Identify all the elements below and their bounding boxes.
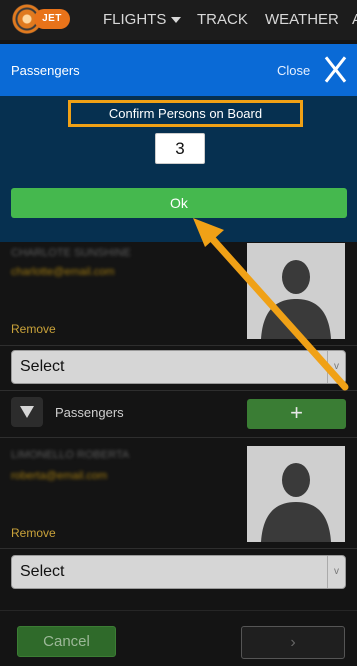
next-button[interactable]: › <box>241 626 345 659</box>
divider <box>0 390 357 391</box>
select-value: Select <box>20 563 65 580</box>
nav-flights-label: FLIGHTS <box>103 11 167 28</box>
jet-logo[interactable]: JET <box>12 4 78 34</box>
collapse-toggle-button[interactable] <box>11 397 43 427</box>
select-value: Select <box>20 358 65 375</box>
add-passenger-button[interactable]: + <box>247 399 346 429</box>
divider <box>0 548 357 549</box>
person-silhouette-icon <box>261 463 331 542</box>
nav-flights[interactable]: FLIGHTS <box>103 11 182 28</box>
avatar-placeholder <box>247 446 345 542</box>
close-x-icon[interactable] <box>322 54 348 84</box>
modal-title: Passengers <box>11 63 80 78</box>
passenger-email: roberta@email.com <box>11 470 108 482</box>
top-nav-bar: JET FLIGHTS TRACK WEATHER A <box>0 0 357 40</box>
role-select[interactable]: Select v <box>11 350 346 384</box>
passengers-section-label: Passengers <box>55 405 124 420</box>
passenger-name: LIMONELLO ROBERTA <box>11 449 130 461</box>
nav-track[interactable]: TRACK <box>197 11 248 28</box>
person-silhouette-icon <box>261 260 331 339</box>
dropdown-arrow-icon: v <box>327 556 345 588</box>
ok-button[interactable]: Ok <box>11 188 347 218</box>
nav-weather[interactable]: WEATHER <box>265 11 339 28</box>
dropdown-arrow-icon: v <box>327 351 345 383</box>
logo-text: JET <box>34 9 70 29</box>
divider <box>0 345 357 346</box>
avatar-placeholder <box>247 243 345 339</box>
passenger-name: CHARLOTE SUNSHINE <box>11 247 131 259</box>
remove-link[interactable]: Remove <box>11 526 56 540</box>
nav-more[interactable]: A <box>352 11 357 28</box>
cancel-button[interactable]: Cancel <box>17 626 116 657</box>
passenger-email: charlotte@email.com <box>11 266 115 278</box>
confirm-persons-label: Confirm Persons on Board <box>68 100 303 127</box>
role-select[interactable]: Select v <box>11 555 346 589</box>
remove-link[interactable]: Remove <box>11 322 56 336</box>
divider <box>0 437 357 438</box>
persons-count-input[interactable]: 3 <box>155 133 205 164</box>
caret-down-icon <box>171 17 182 24</box>
close-link[interactable]: Close <box>277 63 310 78</box>
